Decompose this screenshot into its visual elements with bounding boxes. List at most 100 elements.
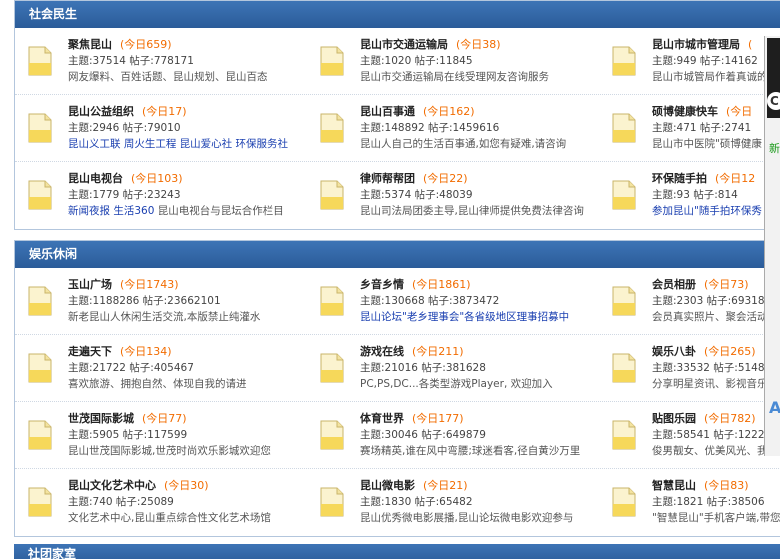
today-count: (今日659) — [120, 38, 172, 51]
forum-board[interactable]: 昆山电视台 (今日103) 主题:1779 帖子:23243 新闻夜报 生活360… — [15, 162, 307, 229]
forum-name-link[interactable]: 世茂国际影城 — [68, 412, 134, 425]
forum-name-link[interactable]: 昆山百事通 — [360, 105, 415, 118]
forum-board[interactable]: 玉山广场 (今日1743) 主题:1188286 帖子:23662101 新老昆山… — [15, 268, 307, 335]
forum-name-link[interactable]: 娱乐八卦 — [652, 345, 696, 358]
forum-board[interactable]: 贴图乐园 (今日782) 主题:58541 帖子:1222 俊男靓女、优美风光、我 — [599, 402, 780, 469]
forum-description[interactable]: 参加昆山"随手拍环保秀 — [652, 203, 780, 219]
forum-board[interactable]: 昆山公益组织 (今日17) 主题:2946 帖子:79010 昆山义工联 周火生工… — [15, 95, 307, 162]
forum-name-link[interactable]: 走遍天下 — [68, 345, 112, 358]
forum-name-link[interactable]: 律师帮帮团 — [360, 172, 415, 185]
next-section-header[interactable]: 社团家室 — [14, 544, 780, 559]
forum-description: 文化艺术中心,昆山重点综合性文化艺术场馆 — [68, 512, 271, 524]
forum-board[interactable]: 乡音乡情 (今日1861) 主题:130668 帖子:3873472 昆山论坛"老… — [307, 268, 599, 335]
forum-folder-icon[interactable] — [27, 286, 53, 316]
forum-board[interactable]: 昆山市城市管理局 ( 主题:949 帖子:14162 昆山市城管局作着真诚的 — [599, 28, 780, 95]
forum-board[interactable]: 律师帮帮团 (今日22) 主题:5374 帖子:48039 昆山司法局团委主导,昆… — [307, 162, 599, 229]
forum-folder-icon[interactable] — [27, 46, 53, 76]
forum-stats: 主题:2946 帖子:79010 — [68, 122, 181, 134]
forum-board[interactable]: 智慧昆山 (今日83) 主题:1821 帖子:38506 "智慧昆山"手机客户端,… — [599, 469, 780, 536]
forum-board[interactable]: 娱乐八卦 (今日265) 主题:33532 帖子:5148 分享明星资讯、影视音乐 — [599, 335, 780, 402]
forum-board[interactable]: 昆山市交通运输局 (今日38) 主题:1020 帖子:11845 昆山市交通运输局… — [307, 28, 599, 95]
forum-description[interactable]: 昆山论坛"老乡理事会"各省级地区理事招募中 — [360, 309, 600, 325]
forum-name-link[interactable]: 玉山广场 — [68, 278, 112, 291]
forum-board[interactable]: 体育世界 (今日177) 主题:30046 帖子:649879 赛场精英,谁在风中… — [307, 402, 599, 469]
forum-board[interactable]: 会员相册 (今日73) 主题:2303 帖子:69318 会员真实照片、聚会活动 — [599, 268, 780, 335]
forum-stats: 主题:949 帖子:14162 — [652, 55, 758, 67]
forum-folder-icon[interactable] — [611, 487, 637, 517]
forum-folder-icon[interactable] — [319, 113, 345, 143]
forum-name-link[interactable]: 贴图乐园 — [652, 412, 696, 425]
forum-folder-icon[interactable] — [319, 353, 345, 383]
floating-side-panel[interactable]: C 新 A — [764, 36, 780, 456]
forum-name-link[interactable]: 智慧昆山 — [652, 479, 696, 492]
today-count: (今日12 — [715, 172, 756, 185]
forum-folder-icon[interactable] — [319, 180, 345, 210]
forum-stats: 主题:1821 帖子:38506 — [652, 496, 765, 508]
forum-stats: 主题:5374 帖子:48039 — [360, 189, 473, 201]
forum-folder-icon[interactable] — [319, 286, 345, 316]
forum-description: 网友爆料、百姓话题、昆山规划、昆山百态 — [68, 71, 268, 83]
forum-board[interactable]: 走遍天下 (今日134) 主题:21722 帖子:405467 喜欢旅游、拥抱自然… — [15, 335, 307, 402]
forum-board[interactable]: 硕博健康快车 (今日 主题:471 帖子:2741 昆山市中医院"硕博健康 — [599, 95, 780, 162]
forum-stats: 主题:33532 帖子:5148 — [652, 362, 765, 374]
forum-name-link[interactable]: 昆山市交通运输局 — [360, 38, 448, 51]
forum-stats: 主题:1020 帖子:11845 — [360, 55, 473, 67]
forum-board[interactable]: 环保随手拍 (今日12 主题:93 帖子:814 参加昆山"随手拍环保秀 — [599, 162, 780, 229]
forum-description[interactable]: 昆山义工联 周火生工程 昆山爱心社 环保服务社 — [68, 136, 308, 152]
forum-stats: 主题:471 帖子:2741 — [652, 122, 752, 134]
forum-folder-icon[interactable] — [611, 353, 637, 383]
forum-description: 昆山人自己的生活百事通,如您有疑难,请咨询 — [360, 138, 567, 150]
forum-name-link[interactable]: 环保随手拍 — [652, 172, 707, 185]
forum-board[interactable]: 昆山微电影 (今日21) 主题:1830 帖子:65482 昆山优秀微电影展播,昆… — [307, 469, 599, 536]
section-social: 社会民生 聚焦昆山 (今日659) 主题:37514 帖子:778171 网友爆料… — [14, 0, 780, 230]
forum-name-link[interactable]: 昆山公益组织 — [68, 105, 134, 118]
today-count: (今日782) — [704, 412, 756, 425]
forum-description-link[interactable]: 新闻夜报 生活360 — [68, 205, 158, 217]
forum-folder-icon[interactable] — [27, 353, 53, 383]
forum-folder-icon[interactable] — [319, 46, 345, 76]
forum-stats: 主题:5905 帖子:117599 — [68, 429, 188, 441]
forum-description: 昆山优秀微电影展播,昆山论坛微电影欢迎参与 — [360, 512, 574, 524]
section-title[interactable]: 娱乐休闲 — [15, 241, 780, 268]
forum-name-link[interactable]: 聚焦昆山 — [68, 38, 112, 51]
forum-folder-icon[interactable] — [611, 180, 637, 210]
forum-name-link[interactable]: 会员相册 — [652, 278, 696, 291]
forum-folder-icon[interactable] — [611, 420, 637, 450]
forum-stats: 主题:2303 帖子:69318 — [652, 295, 765, 307]
forum-name-link[interactable]: 硕博健康快车 — [652, 105, 718, 118]
forum-name-link[interactable]: 体育世界 — [360, 412, 404, 425]
forum-folder-icon[interactable] — [611, 46, 637, 76]
forum-folder-icon[interactable] — [611, 286, 637, 316]
forum-name-link[interactable]: 昆山电视台 — [68, 172, 123, 185]
forum-board[interactable]: 聚焦昆山 (今日659) 主题:37514 帖子:778171 网友爆料、百姓话题… — [15, 28, 307, 95]
forum-description: 昆山市交通运输局在线受理网友咨询服务 — [360, 71, 549, 83]
forum-folder-icon[interactable] — [319, 420, 345, 450]
forum-folder-icon[interactable] — [27, 487, 53, 517]
forum-description: 昆山司法局团委主导,昆山律师提供免费法律咨询 — [360, 205, 584, 217]
forum-name-link[interactable]: 昆山市城市管理局 — [652, 38, 740, 51]
forum-name-link[interactable]: 游戏在线 — [360, 345, 404, 358]
forum-folder-icon[interactable] — [27, 420, 53, 450]
section-entertainment: 娱乐休闲 玉山广场 (今日1743) 主题:1188286 帖子:23662101… — [14, 240, 780, 537]
today-count: (今日77) — [142, 412, 187, 425]
forum-description: PC,PS,DC...各类型游戏Player, 欢迎加入 — [360, 378, 553, 390]
forum-folder-icon[interactable] — [27, 180, 53, 210]
forum-board[interactable]: 昆山百事通 (今日162) 主题:148892 帖子:1459616 昆山人自己的… — [307, 95, 599, 162]
forum-folder-icon[interactable] — [611, 113, 637, 143]
forum-board[interactable]: 游戏在线 (今日211) 主题:21016 帖子:381628 PC,PS,DC.… — [307, 335, 599, 402]
forum-board[interactable]: 昆山文化艺术中心 (今日30) 主题:740 帖子:25089 文化艺术中心,昆山… — [15, 469, 307, 536]
today-count: (今日177) — [412, 412, 464, 425]
forum-row: 走遍天下 (今日134) 主题:21722 帖子:405467 喜欢旅游、拥抱自然… — [15, 335, 780, 402]
section-title[interactable]: 社会民生 — [15, 1, 780, 28]
forum-name-link[interactable]: 昆山文化艺术中心 — [68, 479, 156, 492]
today-count: (今日103) — [131, 172, 183, 185]
forum-stats: 主题:37514 帖子:778171 — [68, 55, 194, 67]
forum-board[interactable]: 世茂国际影城 (今日77) 主题:5905 帖子:117599 昆山世茂国际影城,… — [15, 402, 307, 469]
forum-folder-icon[interactable] — [27, 113, 53, 143]
forum-folder-icon[interactable] — [319, 487, 345, 517]
today-count: (今日73) — [704, 278, 749, 291]
forum-name-link[interactable]: 乡音乡情 — [360, 278, 404, 291]
forum-name-link[interactable]: 昆山微电影 — [360, 479, 415, 492]
forum-stats: 主题:21016 帖子:381628 — [360, 362, 486, 374]
floating-blue-letter: A — [769, 398, 780, 417]
